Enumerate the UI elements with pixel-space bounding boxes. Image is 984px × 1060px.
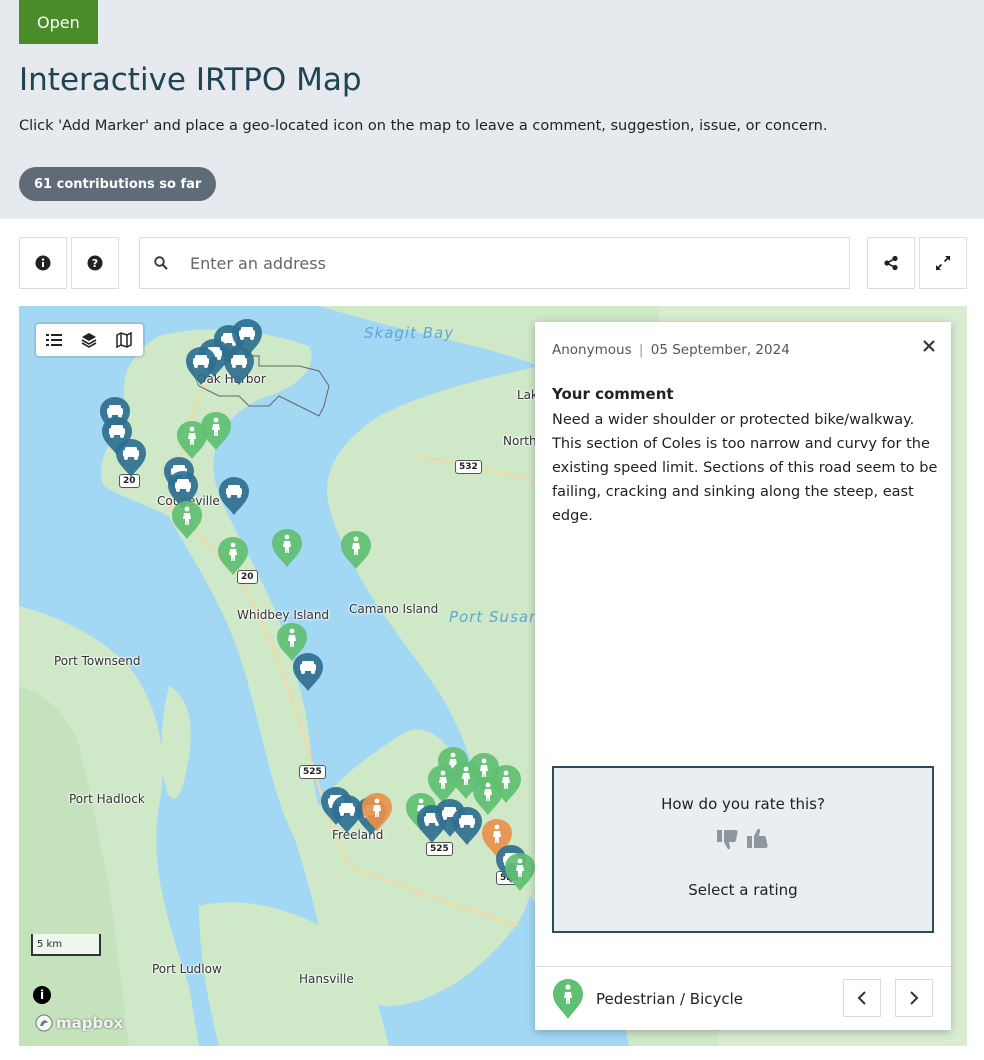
vehicle-marker[interactable]	[292, 652, 324, 692]
mapbox-icon	[35, 1014, 53, 1032]
pedestrian-marker[interactable]	[271, 528, 303, 568]
rating-prompt: Select a rating	[688, 881, 798, 899]
panel-footer: Pedestrian / Bicycle	[535, 966, 951, 1030]
help-button[interactable]: ?	[71, 237, 119, 289]
route-shield: 525	[299, 765, 326, 779]
category-label: Pedestrian / Bicycle	[596, 989, 744, 1008]
search-icon	[154, 256, 168, 270]
route-shield: 525	[426, 842, 453, 856]
thumbs-down-button[interactable]	[715, 826, 741, 856]
layers-icon	[81, 333, 96, 348]
pedestrian-marker[interactable]	[217, 536, 249, 576]
other-marker[interactable]	[361, 792, 393, 832]
close-icon	[923, 340, 935, 352]
address-search[interactable]	[139, 237, 850, 289]
layers-button[interactable]	[71, 324, 106, 356]
vehicle-marker[interactable]	[451, 806, 483, 846]
pedestrian-marker[interactable]	[340, 530, 372, 570]
vehicle-marker[interactable]	[115, 438, 147, 478]
comment-panel: Anonymous | 05 September, 2024 Your comm…	[535, 322, 951, 1030]
comment-text: Need a wider shoulder or protected bike/…	[552, 412, 938, 524]
route-shield: 532	[455, 460, 482, 474]
vehicle-marker[interactable]	[185, 346, 217, 386]
close-panel-button[interactable]	[923, 336, 935, 357]
label-camano: Camano Island	[349, 602, 439, 616]
label-port-susan: Port Susan	[449, 608, 540, 626]
chevron-right-icon	[910, 991, 919, 1005]
page-title: Interactive IRTPO Map	[19, 62, 362, 98]
map-attribution-info-icon[interactable]: i	[33, 986, 51, 1004]
pedestrian-marker-icon	[553, 978, 583, 1019]
question-icon: ?	[87, 255, 103, 271]
map-icon	[115, 332, 132, 348]
next-button[interactable]	[895, 979, 933, 1017]
share-button[interactable]	[867, 237, 915, 289]
legend-button[interactable]	[36, 324, 71, 356]
search-input[interactable]	[188, 252, 808, 274]
vehicle-marker[interactable]	[218, 476, 250, 516]
expand-icon	[936, 256, 950, 270]
fullscreen-button[interactable]	[919, 237, 967, 289]
thumbs-up-button[interactable]	[745, 826, 771, 856]
comment-date: 05 September, 2024	[650, 342, 790, 358]
info-button[interactable]	[19, 237, 67, 289]
pedestrian-marker[interactable]	[171, 500, 203, 540]
rating-box: How do you rate this? Select a rating	[552, 766, 934, 933]
mapbox-wordmark: mapbox	[56, 1014, 124, 1032]
vehicle-marker[interactable]	[223, 346, 255, 386]
svg-text:?: ?	[92, 257, 98, 270]
contributions-badge: 61 contributions so far	[19, 167, 217, 201]
rating-buttons	[554, 826, 932, 856]
share-icon	[884, 255, 898, 271]
map-canvas[interactable]: Skagit Bay Oak Harbor Lak North Coupevil…	[19, 306, 967, 1046]
thumbs-down-icon	[717, 830, 738, 850]
comment-meta: Anonymous | 05 September, 2024	[552, 342, 790, 358]
thumbs-up-icon	[747, 828, 768, 848]
label-skagit-bay: Skagit Bay	[364, 324, 455, 342]
pedestrian-marker[interactable]	[200, 411, 232, 451]
label-port-townsend: Port Townsend	[54, 654, 141, 668]
label-hansville: Hansville	[299, 972, 354, 986]
comment-heading: Your comment	[552, 385, 674, 403]
rating-question: How do you rate this?	[661, 795, 825, 813]
status-tag: Open	[19, 0, 98, 44]
info-icon	[35, 255, 51, 271]
list-icon	[45, 334, 62, 346]
mapbox-logo: mapbox	[35, 1014, 123, 1032]
page-header: Open Interactive IRTPO Map Click 'Add Ma…	[0, 0, 984, 219]
label-whidbey: Whidbey Island	[237, 608, 330, 622]
label-port-hadlock: Port Hadlock	[69, 792, 145, 806]
category-marker	[552, 978, 584, 1020]
pedestrian-marker[interactable]	[504, 852, 536, 892]
map-controls	[36, 324, 143, 356]
previous-button[interactable]	[843, 979, 881, 1017]
label-north: North	[503, 434, 537, 448]
basemap-button[interactable]	[106, 324, 141, 356]
comment-author: Anonymous	[552, 342, 632, 358]
chevron-left-icon	[857, 991, 866, 1005]
label-port-ludlow: Port Ludlow	[152, 962, 222, 976]
map-scale: 5 km	[31, 934, 101, 956]
meta-divider: |	[638, 342, 644, 358]
page-subtitle: Click 'Add Marker' and place a geo-locat…	[19, 118, 828, 134]
